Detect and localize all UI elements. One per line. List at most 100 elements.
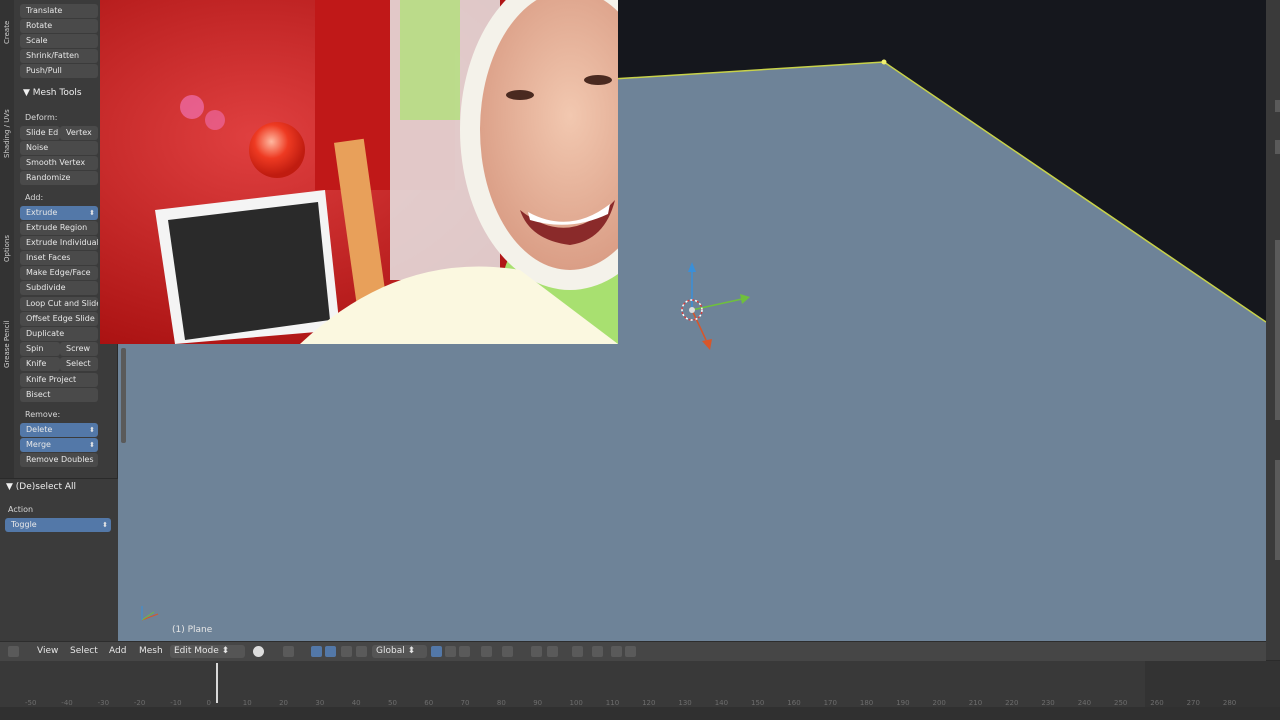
translate-button[interactable]: Translate <box>20 4 98 18</box>
timeline-tick-label: -20 <box>133 699 146 707</box>
timeline-tick-label: 80 <box>496 699 506 707</box>
mesh-tools-header[interactable]: ▼ Mesh Tools <box>23 88 82 98</box>
timeline-tick-label: 130 <box>678 699 692 707</box>
frame-cursor[interactable] <box>216 663 218 703</box>
viewport-header: View Select Add Mesh Edit Mode ⬍ Global … <box>0 641 1266 661</box>
screw-button[interactable]: Screw <box>60 342 98 356</box>
transform-manipulator-toggle-icon[interactable] <box>311 646 322 657</box>
remove-doubles-button[interactable]: Remove Doubles <box>20 453 98 467</box>
snap-element-icon[interactable] <box>572 646 583 657</box>
operator-panel-header[interactable]: ▼ (De)select All <box>6 482 76 492</box>
selected-vertex[interactable] <box>881 59 887 65</box>
timeline-tick-label: 160 <box>787 699 801 707</box>
knife-button[interactable]: Knife <box>20 357 60 371</box>
occlude-geometry-icon[interactable] <box>481 646 492 657</box>
pivot-icon[interactable] <box>283 646 294 657</box>
vertex-slide-button[interactable]: Vertex <box>60 126 98 140</box>
offset-edge-slide-button[interactable]: Offset Edge Slide <box>20 312 98 326</box>
opengl-render-icon[interactable] <box>592 646 603 657</box>
edge-select-icon[interactable] <box>445 646 456 657</box>
right-region-strip[interactable] <box>1266 0 1280 660</box>
scale-button[interactable]: Scale <box>20 34 98 48</box>
object-name-label: (1) Plane <box>172 625 213 635</box>
knife-project-button[interactable]: Knife Project <box>20 373 98 387</box>
timeline-footer <box>0 707 1280 720</box>
timeline[interactable]: -50 -40 -30 -20 -10 0 10 20 30 40 50 60 70 80 90 100 110… <box>0 661 1280 720</box>
spin-button[interactable]: Spin <box>20 342 60 356</box>
add-menu[interactable]: Add <box>109 646 126 656</box>
render-animation-icon[interactable] <box>625 646 636 657</box>
randomize-button[interactable]: Randomize <box>20 171 98 185</box>
snap-icon[interactable] <box>531 646 542 657</box>
action-label: Action <box>8 505 34 514</box>
duplicate-button[interactable]: Duplicate <box>20 327 98 341</box>
sphere-shading-icon[interactable] <box>253 646 264 657</box>
triangle-down-icon: ▼ <box>23 88 30 98</box>
timeline-tick-label: 0 <box>206 699 211 707</box>
scale-manipulator-icon[interactable] <box>356 646 367 657</box>
video-frame <box>100 0 618 344</box>
mesh-menu[interactable]: Mesh <box>139 646 163 656</box>
loop-cut-button[interactable]: Loop Cut and Slide <box>20 297 98 311</box>
timeline-tick-label: -10 <box>170 699 182 707</box>
proportional-edit-icon[interactable] <box>502 646 513 657</box>
orientation-select[interactable]: Global ⬍ <box>372 645 427 658</box>
make-edge-face-button[interactable]: Make Edge/Face <box>20 266 98 280</box>
knife-select-button[interactable]: Select <box>60 357 98 371</box>
view-menu[interactable]: View <box>37 646 58 656</box>
rotate-manipulator-icon[interactable] <box>341 646 352 657</box>
tool-shelf-tabs: Create Shading / UVs Options Grease Penc… <box>0 0 14 480</box>
smooth-vertex-button[interactable]: Smooth Vertex <box>20 156 98 170</box>
noise-button[interactable]: Noise <box>20 141 98 155</box>
timeline-tick-label: 220 <box>1005 699 1019 707</box>
timeline-tick-label: 30 <box>315 699 325 707</box>
snap-target-icon[interactable] <box>547 646 558 657</box>
timeline-tick-label: 120 <box>642 699 656 707</box>
mode-select[interactable]: Edit Mode ⬍ <box>170 645 245 658</box>
deform-label: Deform: <box>25 113 58 122</box>
timeline-tick-label: 260 <box>1150 699 1164 707</box>
rotate-button[interactable]: Rotate <box>20 19 98 33</box>
timeline-tick-label: -40 <box>61 699 73 707</box>
timeline-tick-label: -50 <box>25 699 37 707</box>
strip-tick <box>1275 460 1280 560</box>
timeline-tick-label: 40 <box>351 699 361 707</box>
extrude-region-button[interactable]: Extrude Region <box>20 221 98 235</box>
remove-label: Remove: <box>25 410 61 419</box>
bisect-button[interactable]: Bisect <box>20 388 98 402</box>
timeline-tick-label: 10 <box>242 699 252 707</box>
translate-manipulator-icon[interactable] <box>325 646 336 657</box>
slide-edge-button[interactable]: Slide Ed <box>20 126 60 140</box>
tab-options[interactable]: Options <box>0 112 14 262</box>
tab-create[interactable]: Create <box>0 0 14 48</box>
extrude-individual-button[interactable]: Extrude Individual <box>20 236 98 250</box>
strip-scrollbar[interactable] <box>1275 240 1280 420</box>
delete-dropdown[interactable]: Delete ⬍ <box>20 423 98 437</box>
subdivide-button[interactable]: Subdivide <box>20 281 98 295</box>
inset-faces-button[interactable]: Inset Faces <box>20 251 98 265</box>
render-icon[interactable] <box>611 646 622 657</box>
action-dropdown[interactable]: Toggle ⬍ <box>5 518 111 532</box>
timeline-tick-label: 170 <box>823 699 837 707</box>
strip-tick <box>1275 100 1280 112</box>
timeline-tick-label: 70 <box>460 699 470 707</box>
timeline-tick-label: 100 <box>569 699 583 707</box>
timeline-tick-label: 210 <box>968 699 983 707</box>
merge-dropdown[interactable]: Merge ⬍ <box>20 438 98 452</box>
timeline-tick-label: 150 <box>751 699 765 707</box>
timeline-tick-label: 50 <box>388 699 397 707</box>
extrude-dropdown[interactable]: Extrude ⬍ <box>20 206 98 220</box>
timeline-tick-label: 20 <box>279 699 289 707</box>
tab-shading-uvs[interactable]: Shading / UVs <box>0 50 14 158</box>
tool-shelf-scrollbar[interactable] <box>121 348 126 443</box>
face-select-icon[interactable] <box>459 646 470 657</box>
timeline-tick-label: 190 <box>896 699 910 707</box>
vertex-select-icon[interactable] <box>431 646 442 657</box>
tab-grease-pencil[interactable]: Grease Pencil <box>0 156 14 368</box>
select-menu[interactable]: Select <box>70 646 98 656</box>
timeline-tick-label: 180 <box>859 699 874 707</box>
timeline-end-region <box>1145 661 1280 707</box>
push-pull-button[interactable]: Push/Pull <box>20 64 98 78</box>
editor-type-icon[interactable] <box>8 646 19 657</box>
shrink-fatten-button[interactable]: Shrink/Fatten <box>20 49 98 63</box>
